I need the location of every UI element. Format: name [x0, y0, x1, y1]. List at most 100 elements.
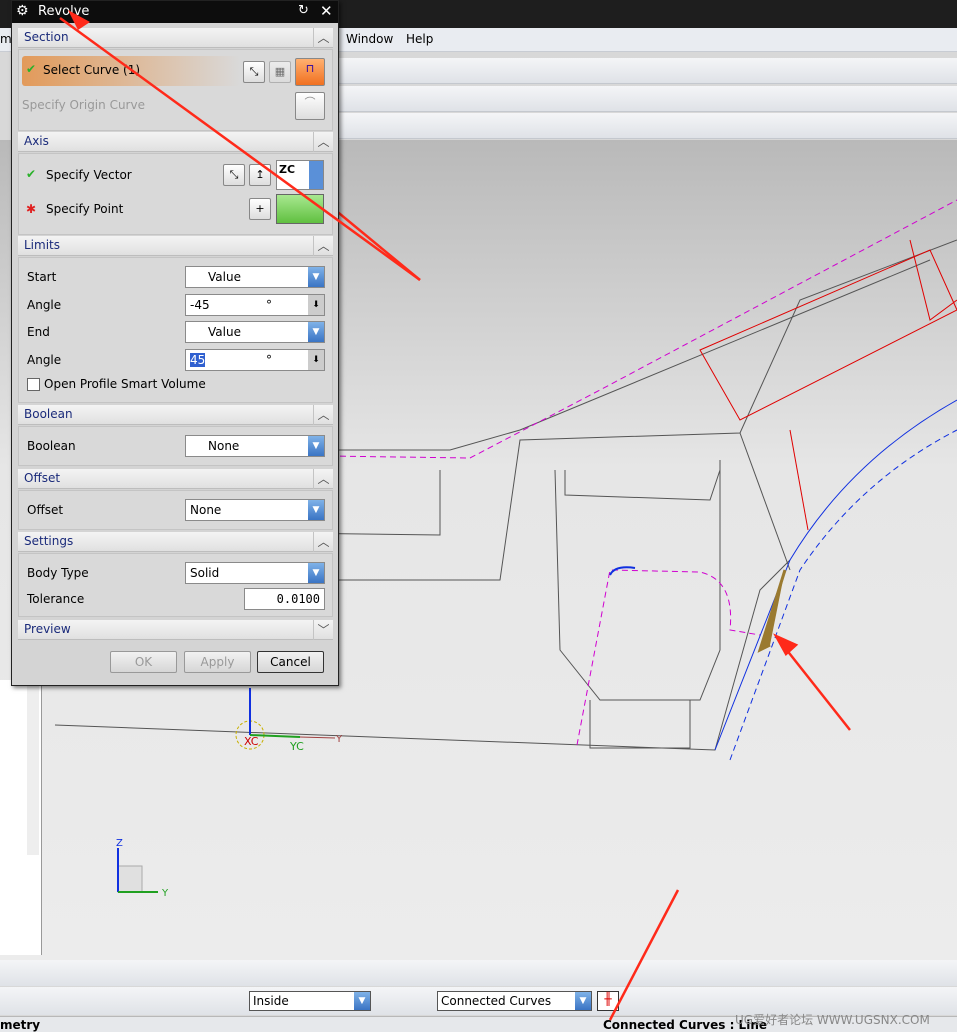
specify-origin-curve-label: Specify Origin Curve: [22, 98, 145, 112]
toolbar-curve: [338, 86, 957, 112]
collapse-icon[interactable]: ︿: [313, 405, 333, 425]
dialog-title-bar: ⚙ Revolve ↻ ✕: [12, 1, 338, 23]
collapse-icon[interactable]: ︿: [313, 532, 333, 552]
scrollbar[interactable]: [27, 680, 39, 855]
menu-window[interactable]: Window: [346, 32, 393, 46]
section-header-offset[interactable]: Offset ︿: [18, 469, 333, 489]
end-select[interactable]: Value ▼: [185, 321, 325, 343]
section-header-boolean[interactable]: Boolean ︿: [18, 405, 333, 425]
end-value: Value: [208, 325, 241, 339]
start-label: Start: [27, 270, 57, 284]
axis-body: ✔ Specify Vector ⤡ ↥ ZC ✱ Specify Point …: [18, 153, 333, 235]
offset-label: Offset: [27, 503, 64, 517]
offset-value: None: [190, 503, 222, 517]
watermark: UG爱好者论坛 WWW.UGSNX.COM: [735, 1013, 930, 1027]
preview-title: Preview: [24, 622, 71, 636]
angle-unit: °: [266, 298, 272, 312]
section-header-preview[interactable]: Preview ﹀: [18, 620, 333, 640]
toolbar-view: [338, 58, 957, 84]
reverse-direction-icon[interactable]: ⤡: [243, 61, 265, 83]
origin-curve-icon[interactable]: ⌒: [295, 92, 325, 120]
vector-dialog-icon[interactable]: ↥: [249, 164, 271, 186]
angle1-input[interactable]: -45 ° ⬇: [185, 294, 325, 316]
body-type-label: Body Type: [27, 566, 89, 580]
triad-z-label: Z: [116, 838, 123, 849]
boolean-body: Boolean None ▼: [18, 426, 333, 466]
sketch-section-icon[interactable]: ▦: [269, 61, 291, 83]
select-curve-row[interactable]: ✔ Select Curve (1): [22, 56, 240, 86]
cancel-button[interactable]: Cancel: [257, 651, 324, 673]
angle1-value: -45: [190, 298, 210, 312]
body-type-value: Solid: [190, 566, 220, 580]
settings-body: Body Type Solid ▼ Tolerance 0.0100: [18, 553, 333, 617]
selected-curve[interactable]: [714, 399, 957, 751]
offset-title: Offset: [24, 471, 61, 485]
collapse-icon[interactable]: ︿: [313, 236, 333, 256]
vector-option: ZC: [279, 163, 296, 176]
check-icon: ✔: [26, 62, 37, 76]
end-label: End: [27, 325, 50, 339]
resource-panel[interactable]: [0, 680, 42, 955]
curve-icon[interactable]: ⊓: [295, 58, 325, 86]
wcs-y-label: Y: [335, 734, 343, 745]
section-title: Section: [24, 30, 69, 44]
required-icon: ✱: [26, 202, 37, 216]
section-body: ✔ Select Curve (1) ⤡ ▦ ⊓ Specify Origin …: [18, 49, 333, 131]
offset-select[interactable]: None ▼: [185, 499, 325, 521]
section-header-settings[interactable]: Settings ︿: [18, 532, 333, 552]
expand-icon[interactable]: ﹀: [313, 620, 333, 640]
offset-body: Offset None ▼: [18, 490, 333, 530]
curve-rule-value: Connected Curves: [441, 994, 552, 1008]
dialog-title: Revolve: [38, 4, 90, 19]
start-select[interactable]: Value ▼: [185, 266, 325, 288]
close-icon[interactable]: ✕: [320, 2, 333, 20]
open-profile-checkbox[interactable]: [27, 378, 40, 391]
specify-point-label: Specify Point: [46, 202, 124, 216]
angle-unit: °: [266, 353, 272, 367]
menu-help[interactable]: Help: [406, 32, 433, 46]
angle1-label: Angle: [27, 298, 62, 312]
select-curve-label: Select Curve (1): [43, 63, 141, 77]
axis-title: Axis: [24, 134, 49, 148]
gear-icon[interactable]: ⚙: [16, 3, 29, 19]
selection-scope-dropdown[interactable]: Inside ▼: [249, 991, 371, 1011]
angle2-label: Angle: [27, 353, 62, 367]
open-profile-label: Open Profile Smart Volume: [44, 377, 206, 391]
ok-button[interactable]: OK: [110, 651, 177, 673]
collapse-icon[interactable]: ︿: [313, 469, 333, 489]
selection-scope-value: Inside: [253, 994, 289, 1008]
tolerance-input[interactable]: 0.0100: [244, 588, 325, 610]
collapse-icon[interactable]: ︿: [313, 28, 333, 48]
revolve-dialog: ⚙ Revolve ↻ ✕ Section ︿ ✔ Select Curve (1…: [11, 0, 339, 686]
settings-title: Settings: [24, 534, 74, 548]
specify-vector-label: Specify Vector: [46, 168, 132, 182]
toolbar-feature: [338, 113, 957, 139]
section-header-limits[interactable]: Limits ︿: [18, 236, 333, 256]
limits-body: Start Value ▼ Angle -45 ° ⬇ End Value ▼ Angl…: [18, 257, 333, 403]
wcs-xc-label: XC: [244, 735, 259, 748]
view-triad: [117, 848, 158, 893]
section-header-section[interactable]: Section ︿: [18, 28, 333, 48]
check-icon: ✔: [26, 167, 37, 181]
angle2-input[interactable]: 45 ° ⬇: [185, 349, 325, 371]
tolerance-label: Tolerance: [27, 592, 85, 606]
stop-at-intersection-icon[interactable]: ╫: [597, 991, 619, 1011]
point-type-dropdown[interactable]: [276, 194, 324, 224]
boolean-title: Boolean: [24, 407, 73, 421]
section-header-axis[interactable]: Axis ︿: [18, 132, 333, 152]
boolean-value: None: [208, 439, 240, 453]
status-left: metry: [0, 1018, 41, 1032]
bottom-toolbar-1: [0, 960, 957, 986]
apply-button[interactable]: Apply: [184, 651, 251, 673]
point-dialog-icon[interactable]: +: [249, 198, 271, 220]
reset-icon[interactable]: ↻: [298, 3, 309, 18]
curve-rule-dropdown[interactable]: Connected Curves ▼: [437, 991, 592, 1011]
collapse-icon[interactable]: ︿: [313, 132, 333, 152]
wcs-yc-label: YC: [289, 740, 304, 753]
body-type-select[interactable]: Solid ▼: [185, 562, 325, 584]
boolean-select[interactable]: None ▼: [185, 435, 325, 457]
vector-type-dropdown[interactable]: ZC: [276, 160, 324, 190]
reverse-direction-icon[interactable]: ⤡: [223, 164, 245, 186]
angle2-value: 45: [190, 353, 206, 367]
status-bar: metry Connected Curves : Line UG爱好者论坛 WW…: [0, 1013, 957, 1032]
